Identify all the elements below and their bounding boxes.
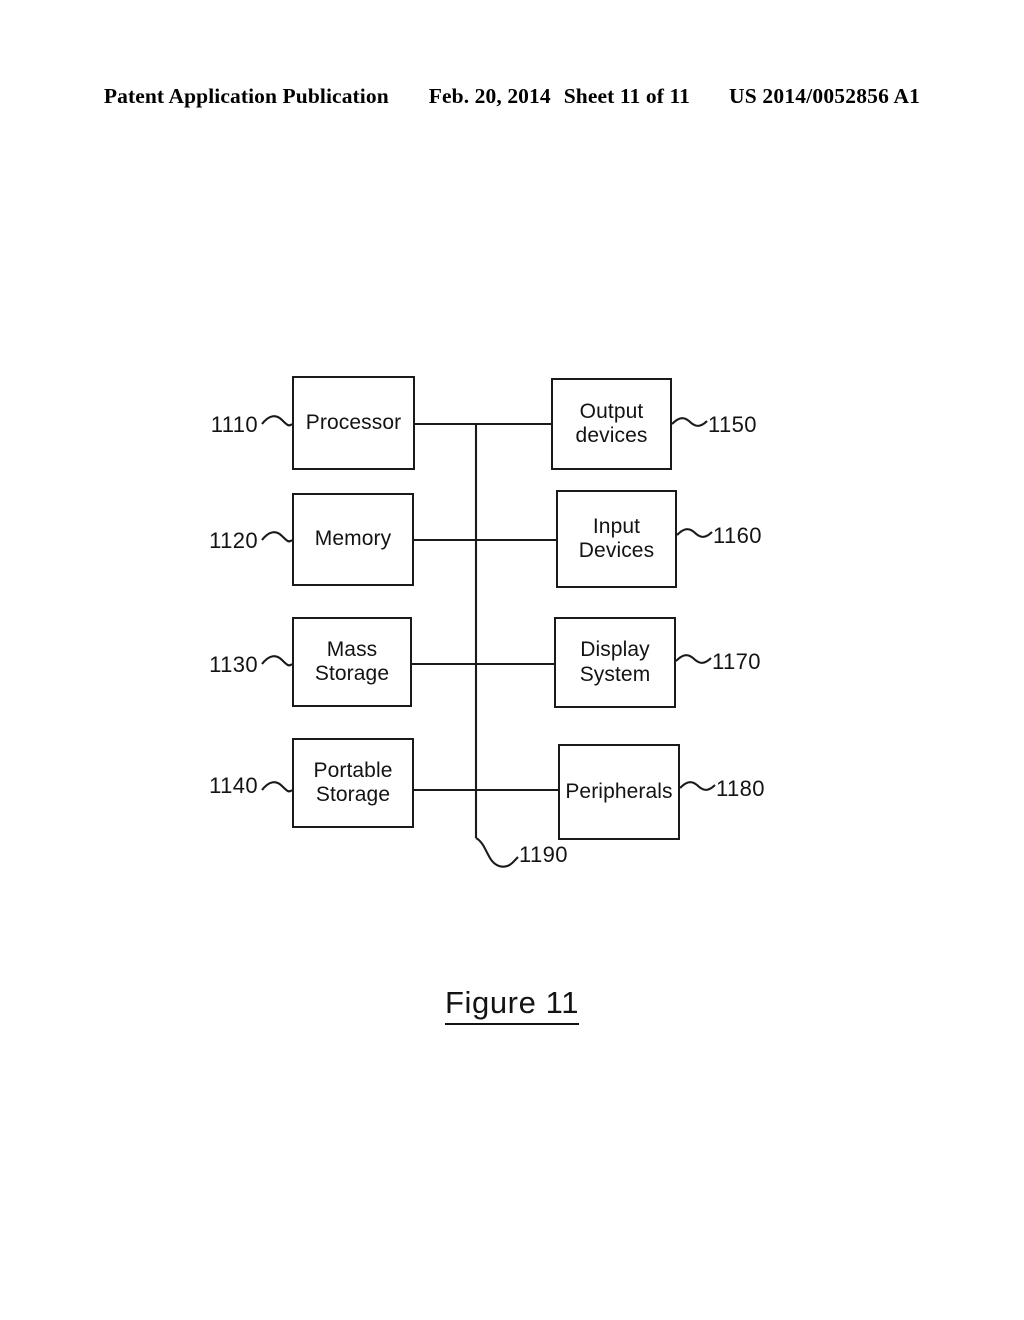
leader-1160	[676, 528, 713, 538]
ref-numeral-1150: 1150	[708, 412, 757, 437]
node-portable-storage-label: Portable Storage	[313, 758, 393, 806]
ref-numeral-1170: 1170	[712, 649, 761, 674]
ref-numeral-1140: 1140	[209, 773, 258, 798]
leader-1130	[261, 655, 293, 667]
figure-caption-text: Figure 11	[444, 985, 580, 1025]
node-memory-label: Memory	[314, 527, 392, 551]
node-mass-storage-label: Mass Storage	[314, 637, 390, 685]
ref-numeral-1130: 1130	[209, 652, 258, 677]
node-display-system[interactable]: Display System	[554, 617, 676, 708]
ref-numeral-1110: 1110	[210, 412, 258, 437]
node-memory[interactable]: Memory	[292, 493, 414, 586]
node-input-devices-label: Input Devices	[578, 514, 655, 562]
node-processor[interactable]: Processor	[292, 376, 415, 470]
node-output-devices[interactable]: Output devices	[551, 378, 672, 470]
node-output-devices-label: Output devices	[575, 399, 648, 447]
leader-1180	[679, 781, 716, 791]
ref-numeral-1160: 1160	[713, 523, 762, 548]
leader-1140	[261, 781, 293, 793]
node-peripherals[interactable]: Peripherals	[558, 744, 680, 840]
node-display-system-label: Display System	[579, 638, 651, 686]
leader-1120	[261, 531, 293, 543]
figure-caption: Figure 11	[0, 985, 1024, 1025]
figure-11-diagram: Processor Memory Mass Storage Portable S…	[0, 0, 1024, 1320]
ref-numeral-1180: 1180	[716, 776, 765, 801]
leader-1170	[675, 654, 712, 664]
node-processor-label: Processor	[305, 410, 402, 434]
ref-numeral-1190: 1190	[519, 842, 568, 867]
ref-numeral-1120: 1120	[209, 528, 258, 553]
node-mass-storage[interactable]: Mass Storage	[292, 617, 412, 707]
node-peripherals-label: Peripherals	[565, 779, 673, 803]
leader-bus-1190	[475, 837, 519, 868]
leader-1110	[261, 415, 293, 427]
leader-1150	[671, 417, 708, 427]
node-input-devices[interactable]: Input Devices	[556, 490, 677, 588]
node-portable-storage[interactable]: Portable Storage	[292, 738, 414, 828]
